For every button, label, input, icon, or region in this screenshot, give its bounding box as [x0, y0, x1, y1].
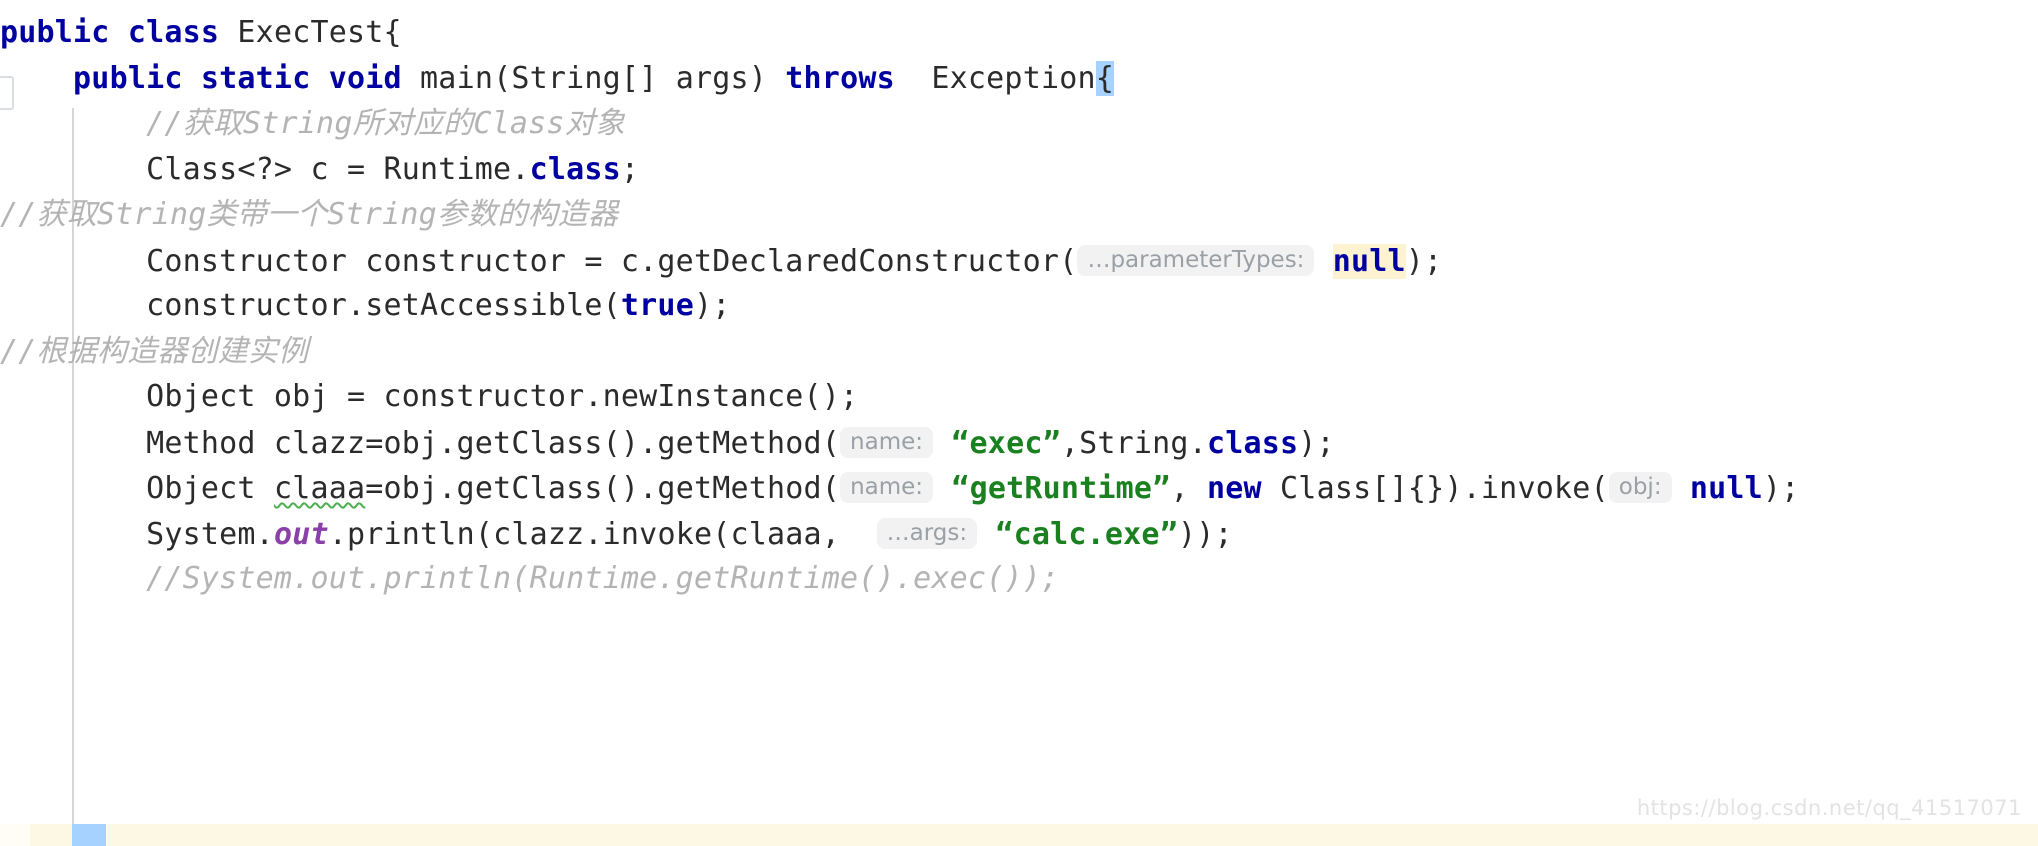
code-line-5[interactable]: //获取String类带一个String参数的构造器: [0, 192, 2038, 238]
keyword-throws: throws: [785, 60, 895, 96]
keyword-class: class: [529, 151, 621, 187]
line11-prefix: Object: [0, 471, 274, 506]
comment-commented-out-exec: //System.out.println(Runtime.getRuntime(…: [0, 561, 1060, 596]
keyword-void: void: [328, 60, 402, 96]
line11-mid2: ,: [1170, 471, 1207, 506]
string-literal-exec: “exec”: [951, 425, 1061, 461]
comment-get-string-class: //获取String所对应的Class对象: [0, 106, 626, 141]
keyword-static: static: [200, 60, 311, 96]
string-literal-getruntime: “getRuntime”: [951, 471, 1171, 506]
code-line-12[interactable]: System.out.println(clazz.invoke(claaa, ……: [0, 511, 2038, 557]
code-line-2[interactable]: public static void main(String[] args) t…: [0, 56, 2038, 102]
line10-mid: ,String.: [1060, 425, 1207, 461]
line11-mid3: Class[]{}).invoke(: [1261, 471, 1609, 506]
code-line-1[interactable]: public class ExecTest{: [0, 10, 2038, 56]
line6-terminator: );: [1405, 243, 1443, 279]
code-line-8[interactable]: //根据构造器创建实例: [0, 329, 2038, 375]
code-line-4[interactable]: Class<?> c = Runtime.class;: [0, 147, 2038, 193]
code-line-6[interactable]: Constructor constructor = c.getDeclaredC…: [0, 238, 2038, 284]
inlay-hint-obj[interactable]: obj:: [1608, 472, 1672, 503]
inlay-hint-name[interactable]: name:: [840, 426, 934, 458]
keyword-new: new: [1206, 471, 1262, 506]
code-line-13[interactable]: //System.out.println(Runtime.getRuntime(…: [0, 556, 2038, 602]
new-instance-statement: Object obj = constructor.newInstance();: [0, 379, 859, 414]
code-line-3[interactable]: //获取String所对应的Class对象: [0, 101, 2038, 147]
keyword-class: class: [1206, 425, 1299, 461]
declared-constructor-call: Constructor constructor = c.getDeclaredC…: [0, 243, 1078, 279]
code-editor[interactable]: public class ExecTest{ public static voi…: [0, 0, 2038, 846]
code-content[interactable]: public class ExecTest{ public static voi…: [0, 0, 2038, 596]
inlay-hint-args[interactable]: …args:: [876, 517, 978, 549]
inlay-hint-name[interactable]: name:: [840, 472, 934, 503]
keyword-null: null: [1689, 471, 1763, 506]
inlay-hint-parameter-types[interactable]: …parameterTypes:: [1077, 244, 1315, 276]
selected-brace[interactable]: {: [1095, 60, 1115, 96]
typo-identifier-claaa[interactable]: claaa: [274, 471, 365, 506]
code-line-11[interactable]: Object claaa=obj.getClass().getMethod(na…: [0, 465, 2038, 511]
set-accessible-call: constructor.setAccessible(: [0, 288, 621, 323]
class-literal-assignment: Class<?> c = Runtime.: [0, 151, 530, 187]
keyword-null-highlighted: null: [1332, 243, 1406, 279]
line2-indent: [0, 61, 73, 96]
main-signature: main(String[] args): [401, 60, 786, 96]
bottom-status-strip: [0, 824, 2038, 846]
line12-terminator: ));: [1177, 516, 1233, 552]
invoke-call: .println(clazz.invoke(claaa,: [328, 516, 877, 552]
code-line-10[interactable]: Method clazz=obj.getClass().getMethod(na…: [0, 420, 2038, 466]
code-line-7[interactable]: constructor.setAccessible(true);: [0, 283, 2038, 329]
line7-terminator: );: [693, 288, 731, 323]
keyword-public: public: [0, 15, 110, 50]
comment-get-constructor: //获取String类带一个String参数的构造器: [0, 197, 619, 232]
println-prefix: System.: [0, 516, 274, 552]
line11-terminator: );: [1762, 471, 1800, 506]
get-method-exec-call: Method clazz=obj.getClass().getMethod(: [0, 425, 841, 461]
class-declaration-name: ExecTest{: [219, 15, 402, 50]
keyword-public: public: [73, 60, 183, 96]
caret-marker[interactable]: [72, 824, 106, 846]
code-line-9[interactable]: Object obj = constructor.newInstance();: [0, 374, 2038, 420]
bottom-strip-notch: [0, 824, 30, 846]
exception-type: Exception: [894, 60, 1096, 96]
keyword-class: class: [127, 15, 220, 50]
static-field-out: out: [273, 516, 329, 552]
line4-terminator: ;: [620, 151, 640, 187]
keyword-true: true: [620, 288, 694, 323]
comment-create-instance: //根据构造器创建实例: [0, 333, 309, 369]
watermark: https://blog.csdn.net/qq_41517071: [1636, 796, 2022, 820]
string-literal-calc-exe: “calc.exe”: [995, 516, 1178, 552]
get-method-getruntime-call: =obj.getClass().getMethod(: [365, 471, 841, 506]
line10-terminator: );: [1298, 425, 1335, 461]
